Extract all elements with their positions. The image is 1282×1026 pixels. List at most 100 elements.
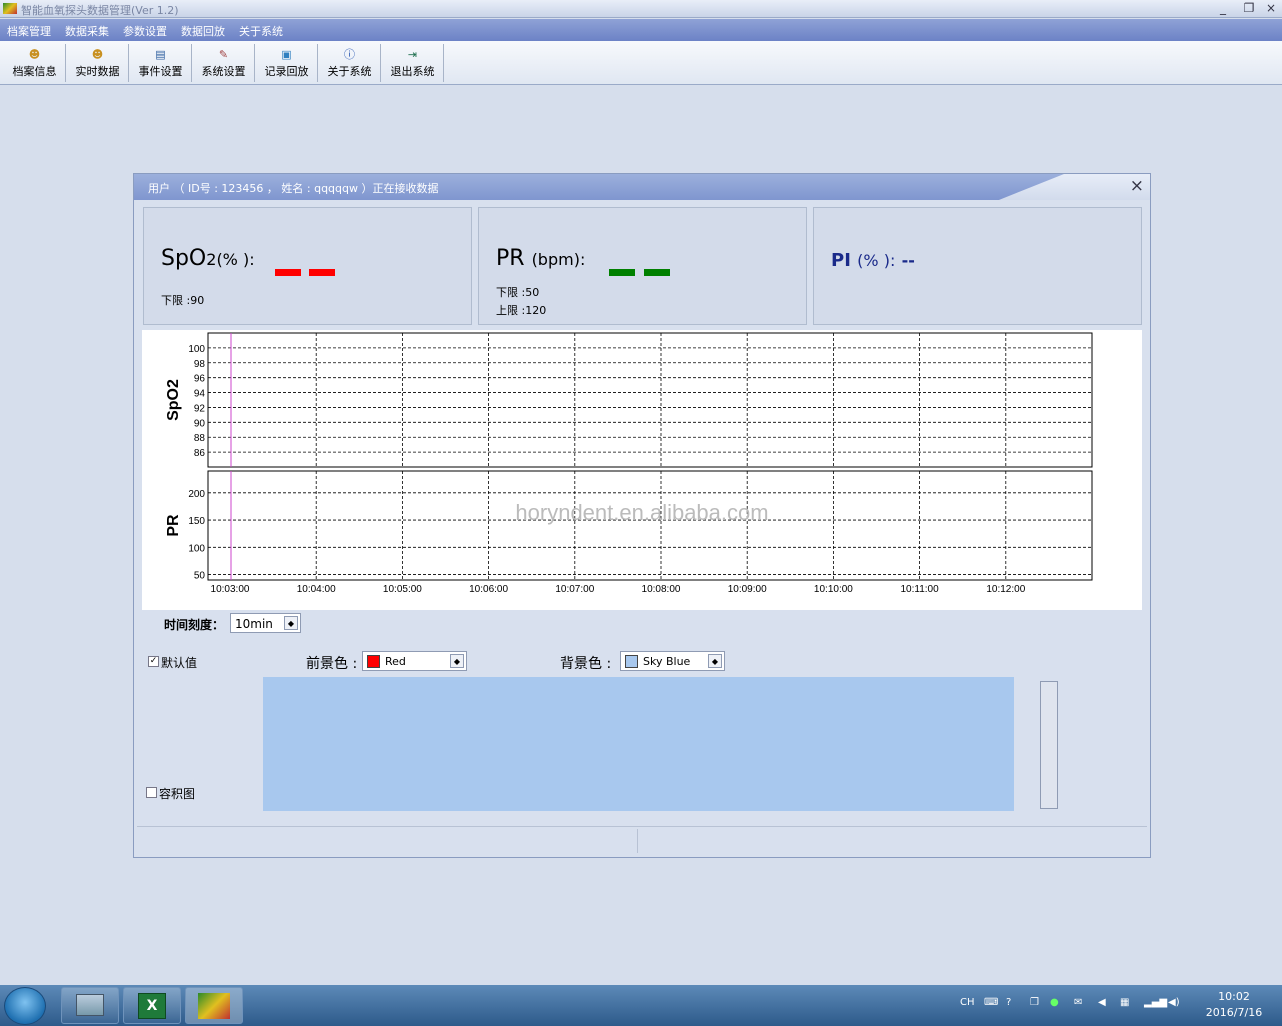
tray-window-icon[interactable]: ❐ (1030, 997, 1039, 1008)
default-label: 默认值 (161, 656, 198, 670)
event-settings-button[interactable]: ▤ 事件设置 (130, 44, 192, 82)
bg-color-value: Sky Blue (643, 655, 691, 668)
pr-upper-limit: 上限 :120 (496, 304, 547, 317)
windows-taskbar: X CH ⌨ ? ❐ ● ✉ ◀ ▦ ▂▄▆ ◀) 10:02 2016/7/1… (0, 985, 1282, 1026)
pi-value: -- (901, 251, 915, 270)
help-icon[interactable]: ? (1006, 997, 1011, 1008)
realtime-user-icon: ☻ (91, 48, 104, 61)
pr-unit: (bpm): (531, 250, 586, 269)
x-tick-label: 10:05:00 (383, 584, 422, 595)
info-icon: ⓘ (344, 48, 355, 61)
profile-label: 档案信息 (12, 65, 57, 78)
menu-records[interactable]: 档案管理 (7, 23, 51, 39)
menu-about[interactable]: 关于系统 (239, 23, 283, 39)
status-bar (137, 826, 1147, 854)
spo2-panel: SpO2(% ): 下限 :90 (143, 207, 472, 325)
start-button[interactable] (4, 987, 46, 1025)
menu-parameters[interactable]: 参数设置 (123, 23, 167, 39)
realtime-data-dialog: 用户 （ ID号 : 123456 ， 姓名 : qqqqqw ）正在接收数据 … (133, 173, 1151, 858)
x-tick-label: 10:10:00 (814, 584, 853, 595)
x-tick-label: 10:06:00 (469, 584, 508, 595)
default-checkbox[interactable]: ✓ (148, 656, 159, 667)
record-playback-label: 记录回放 (264, 65, 309, 78)
menu-bar: 档案管理 数据采集 参数设置 数据回放 关于系统 (0, 19, 1282, 41)
time-scale-select[interactable]: 10min ◆ (230, 613, 301, 633)
close-window-button[interactable]: × (1260, 0, 1282, 16)
about-button[interactable]: ⓘ 关于系统 (319, 44, 381, 82)
taskbar-app-oximeter[interactable] (185, 987, 243, 1024)
pr-value-dash (644, 269, 670, 276)
volume-chart-checkbox[interactable] (146, 787, 157, 798)
computer-icon (76, 994, 104, 1016)
fg-color-swatch (367, 655, 380, 668)
dialog-close-button[interactable]: × (1130, 176, 1144, 196)
trend-chart: 100 98 96 94 92 90 88 86 SpO2 200 150 100 50 PR 10:03:… (165, 332, 1093, 595)
record-playback-button[interactable]: ▣ 记录回放 (256, 44, 318, 82)
y-axis-label: PR (165, 514, 182, 537)
time-scale-value: 10min (235, 617, 273, 631)
dropdown-icon[interactable]: ◆ (708, 654, 722, 668)
exit-door-icon: ⇥ (407, 48, 418, 61)
x-tick-label: 10:09:00 (728, 584, 767, 595)
volume-chart-label: 容积图 (159, 787, 196, 801)
menu-data-collection[interactable]: 数据采集 (65, 23, 109, 39)
time-scale-label: 时间刻度： (164, 618, 225, 632)
excel-icon: X (138, 993, 166, 1019)
system-clock[interactable]: 10:02 2016/7/16 (1196, 989, 1272, 1021)
pi-unit: (% ): (857, 251, 896, 270)
window-titlebar: 智能血氧探头数据管理(Ver 1.2) _ ❐ × (0, 0, 1282, 18)
dropdown-icon[interactable]: ◆ (450, 654, 464, 668)
y-tick-label: 100 (188, 344, 205, 355)
speaker-icon[interactable]: ◀) (1168, 997, 1180, 1008)
event-settings-label: 事件设置 (138, 65, 183, 78)
exit-button[interactable]: ⇥ 退出系统 (382, 44, 444, 82)
y-tick-label: 92 (194, 403, 206, 414)
volume-muted-icon[interactable]: ◀ (1098, 997, 1106, 1008)
tray-network-device-icon[interactable]: ▦ (1120, 997, 1129, 1008)
x-tick-label: 10:08:00 (642, 584, 681, 595)
taskbar-app-computer[interactable] (61, 987, 119, 1024)
taskbar-app-excel[interactable]: X (123, 987, 181, 1024)
y-tick-label: 200 (188, 489, 205, 500)
spo2-lower-limit: 下限 :90 (161, 294, 205, 307)
x-tick-label: 10:04:00 (297, 584, 336, 595)
profile-button[interactable]: ☻ 档案信息 (4, 44, 66, 82)
spo2-label: SpO2(% ): (161, 246, 255, 271)
event-settings-icon: ▤ (155, 48, 166, 61)
spinner-icon[interactable]: ◆ (284, 616, 298, 630)
dialog-titlebar: 用户 （ ID号 : 123456 ， 姓名 : qqqqqw ）正在接收数据 … (134, 174, 1150, 200)
bg-color-select[interactable]: Sky Blue ◆ (620, 651, 725, 671)
spo2-value-dash (275, 269, 301, 276)
fg-color-value: Red (385, 655, 406, 668)
window-title: 智能血氧探头数据管理(Ver 1.2) (21, 4, 179, 17)
pr-panel: PR (bpm): 下限 :50 上限 :120 (478, 207, 807, 325)
minimize-button[interactable]: _ (1212, 0, 1234, 16)
y-tick-label: 98 (194, 359, 206, 370)
pi-panel: PI (% ): -- (813, 207, 1142, 325)
plot-panel-spo2 (207, 332, 1093, 468)
menu-playback[interactable]: 数据回放 (181, 23, 225, 39)
y-tick-label: 88 (194, 433, 206, 444)
y-tick-label: 94 (194, 389, 206, 400)
signal-icon[interactable]: ▂▄▆ (1144, 997, 1167, 1008)
user-profile-icon: ☻ (28, 48, 41, 61)
tray-message-icon[interactable]: ✉ (1074, 997, 1082, 1008)
fg-color-select[interactable]: Red ◆ (362, 651, 467, 671)
app-logo-icon (3, 3, 17, 14)
keyboard-icon[interactable]: ⌨ (984, 997, 998, 1008)
spo2-subscript: 2 (206, 250, 217, 269)
preview-scrollbar[interactable] (1040, 681, 1058, 809)
system-settings-button[interactable]: ✎ 系统设置 (193, 44, 255, 82)
language-indicator[interactable]: CH (960, 997, 975, 1008)
bg-color-swatch (625, 655, 638, 668)
y-tick-label: 150 (188, 516, 205, 527)
restore-button[interactable]: ❐ (1238, 0, 1260, 16)
fg-color-label: 前景色 : (306, 656, 358, 672)
x-tick-label: 10:11:00 (901, 584, 940, 595)
realtime-button[interactable]: ☻ 实时数据 (67, 44, 129, 82)
about-label: 关于系统 (327, 65, 372, 78)
oximeter-app-icon (198, 993, 230, 1019)
color-preview-area (263, 677, 1014, 811)
spo2-name: SpO (161, 246, 207, 271)
tray-app-icon[interactable]: ● (1050, 997, 1059, 1008)
